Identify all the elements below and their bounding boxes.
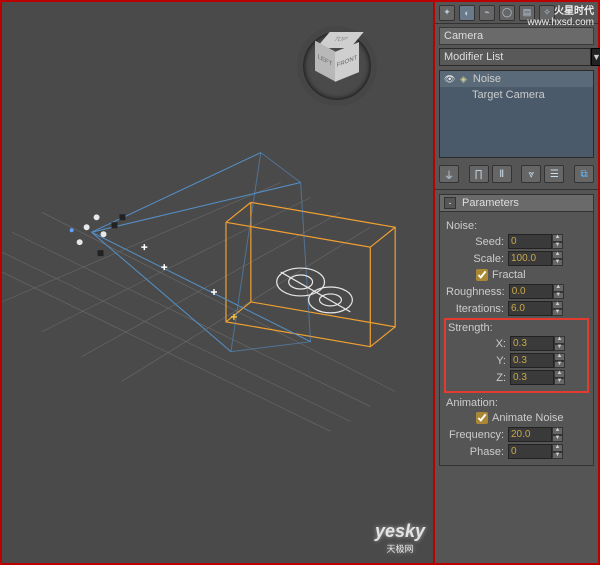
spinner-down-icon[interactable]: ▼ xyxy=(552,452,563,460)
spinner-down-icon[interactable]: ▼ xyxy=(552,435,563,443)
seed-spinner[interactable]: ▲▼ xyxy=(508,234,563,249)
stack-item-label: Target Camera xyxy=(472,89,545,101)
phase-input[interactable] xyxy=(508,444,552,459)
animation-group-label: Animation: xyxy=(446,397,587,409)
tab-hierarchy-icon[interactable]: ⌁ xyxy=(479,5,495,21)
app-frame: TOP LEFT FRONT yesky 天极网 火星时代 www.hxsd.c… xyxy=(0,0,600,565)
scale-label: Scale: xyxy=(446,253,504,265)
roughness-label: Roughness: xyxy=(446,286,505,298)
spinner-down-icon[interactable]: ▼ xyxy=(552,259,563,267)
phase-spinner[interactable]: ▲▼ xyxy=(508,444,563,459)
roughness-spinner[interactable]: ▲▼ xyxy=(509,284,564,299)
object-name-field[interactable]: Camera xyxy=(439,27,594,45)
modifier-icon: ◈ xyxy=(460,74,467,85)
spinner-down-icon[interactable]: ▼ xyxy=(554,344,565,352)
watermark-bottom-brand: yesky xyxy=(375,521,425,541)
spinner-up-icon[interactable]: ▲ xyxy=(554,370,565,378)
animate-noise-checkbox-row[interactable]: Animate Noise xyxy=(476,412,587,424)
seed-label: Seed: xyxy=(446,236,504,248)
stack-options-button[interactable]: ⧉ xyxy=(574,165,594,183)
spinner-up-icon[interactable]: ▲ xyxy=(554,353,565,361)
remove-modifier-button[interactable]: ⩔ xyxy=(521,165,541,183)
rollout-header[interactable]: - Parameters xyxy=(440,195,593,212)
x-spinner[interactable]: ▲▼ xyxy=(510,336,565,351)
iterations-spinner[interactable]: ▲▼ xyxy=(508,301,563,316)
iterations-input[interactable] xyxy=(508,301,552,316)
spinner-up-icon[interactable]: ▲ xyxy=(552,251,563,259)
y-input[interactable] xyxy=(510,353,554,368)
seed-input[interactable] xyxy=(508,234,552,249)
visibility-toggle-icon[interactable]: 👁 xyxy=(444,74,454,85)
fractal-checkbox[interactable] xyxy=(476,269,488,281)
spinner-down-icon[interactable]: ▼ xyxy=(553,292,564,300)
tab-create-icon[interactable]: ✦ xyxy=(439,5,455,21)
spinner-down-icon[interactable]: ▼ xyxy=(554,378,565,386)
noise-group-label: Noise: xyxy=(446,220,587,232)
make-unique-button[interactable]: Ⅱ xyxy=(492,165,512,183)
z-input[interactable] xyxy=(510,370,554,385)
animate-noise-checkbox[interactable] xyxy=(476,412,488,424)
tab-modify-icon[interactable]: ◐ xyxy=(459,5,475,21)
roughness-input[interactable] xyxy=(509,284,553,299)
pin-stack-button[interactable]: ⏚ xyxy=(439,165,459,183)
spinner-up-icon[interactable]: ▲ xyxy=(552,301,563,309)
spinner-up-icon[interactable]: ▲ xyxy=(553,284,564,292)
modifier-stack[interactable]: 👁 ◈ Noise Target Camera xyxy=(439,70,594,158)
watermark-bottom: yesky 天极网 xyxy=(375,521,425,555)
watermark-top: 火星时代 www.hxsd.com xyxy=(527,6,594,28)
scale-spinner[interactable]: ▲▼ xyxy=(508,251,563,266)
modifier-list-input[interactable] xyxy=(439,48,591,66)
spinner-up-icon[interactable]: ▲ xyxy=(552,444,563,452)
iterations-label: Iterations: xyxy=(446,303,504,315)
spinner-up-icon[interactable]: ▲ xyxy=(552,427,563,435)
strength-highlight: Strength: X: ▲▼ Y: ▲▼ Z: ▲▼ xyxy=(444,318,589,393)
modifier-list-dropdown[interactable]: ▼ xyxy=(439,48,594,66)
viewport[interactable]: TOP LEFT FRONT yesky 天极网 xyxy=(2,2,433,563)
z-spinner[interactable]: ▲▼ xyxy=(510,370,565,385)
phase-label: Phase: xyxy=(446,446,504,458)
frequency-label: Frequency: xyxy=(446,429,504,441)
watermark-top-brand: 火星时代 xyxy=(554,6,594,17)
stack-toolbar: ⏚ ∏ Ⅱ ⩔ ☰ ⧉ xyxy=(435,162,598,190)
animate-noise-label: Animate Noise xyxy=(492,412,564,424)
x-input[interactable] xyxy=(510,336,554,351)
show-end-result-button[interactable]: ∏ xyxy=(469,165,489,183)
y-label: Y: xyxy=(448,355,506,367)
fractal-checkbox-row[interactable]: Fractal xyxy=(476,269,587,281)
tab-motion-icon[interactable]: ◯ xyxy=(499,5,515,21)
z-label: Z: xyxy=(448,372,506,384)
parameters-rollout: - Parameters Noise: Seed: ▲▼ Scale: ▲▼ F… xyxy=(439,194,594,466)
collapse-icon[interactable]: - xyxy=(444,197,456,209)
spinner-down-icon[interactable]: ▼ xyxy=(552,309,563,317)
stack-item-label: Noise xyxy=(473,73,501,85)
command-panel: 火星时代 www.hxsd.com ✦ ◐ ⌁ ◯ ▤ ✧ Camera ▼ 👁… xyxy=(433,2,598,563)
viewcube[interactable]: TOP LEFT FRONT xyxy=(297,26,377,106)
x-label: X: xyxy=(448,338,506,350)
spinner-down-icon[interactable]: ▼ xyxy=(554,361,565,369)
spinner-up-icon[interactable]: ▲ xyxy=(554,336,565,344)
watermark-bottom-sub: 天极网 xyxy=(375,542,425,555)
stack-item-target-camera[interactable]: Target Camera xyxy=(440,87,593,103)
frequency-spinner[interactable]: ▲▼ xyxy=(508,427,563,442)
spinner-up-icon[interactable]: ▲ xyxy=(552,234,563,242)
configure-sets-button[interactable]: ☰ xyxy=(544,165,564,183)
fractal-label: Fractal xyxy=(492,269,526,281)
frequency-input[interactable] xyxy=(508,427,552,442)
dropdown-arrow-icon[interactable]: ▼ xyxy=(591,48,600,66)
viewcube-face-front[interactable]: FRONT xyxy=(335,42,359,82)
scale-input[interactable] xyxy=(508,251,552,266)
strength-group-label: Strength: xyxy=(448,322,585,334)
watermark-top-url: www.hxsd.com xyxy=(527,17,594,28)
y-spinner[interactable]: ▲▼ xyxy=(510,353,565,368)
spinner-down-icon[interactable]: ▼ xyxy=(552,242,563,250)
stack-item-noise[interactable]: 👁 ◈ Noise xyxy=(440,71,593,87)
rollout-title: Parameters xyxy=(462,197,519,209)
